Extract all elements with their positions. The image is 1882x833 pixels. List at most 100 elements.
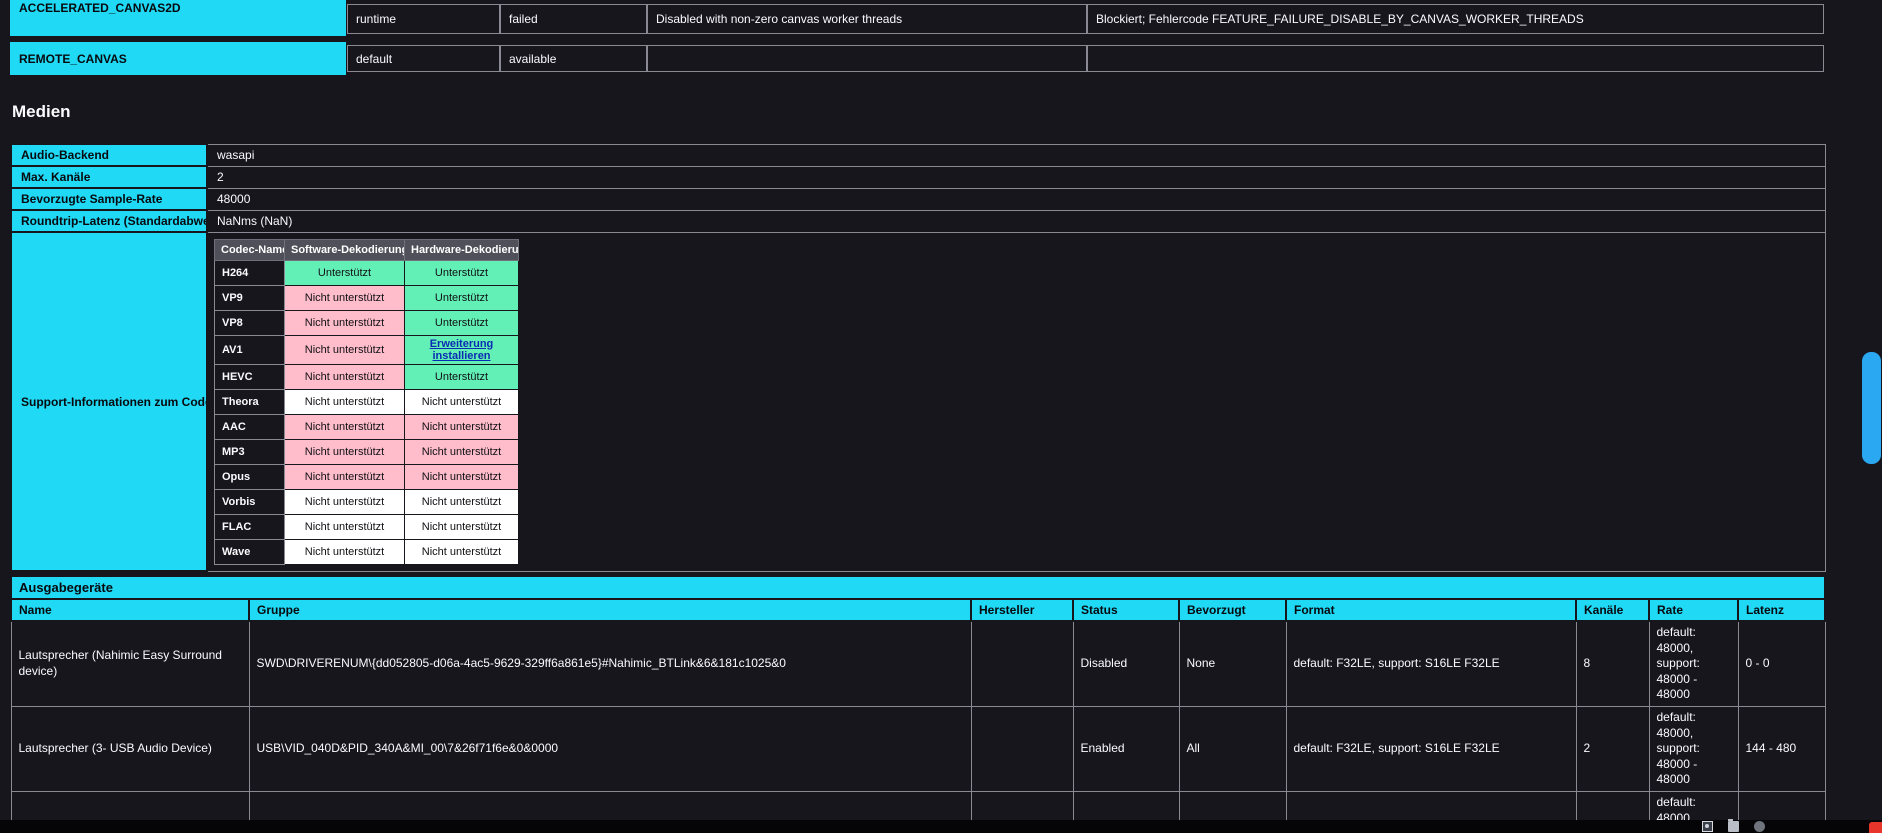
codec-row: MP3 Nicht unterstützt Nicht unterstützt (215, 439, 519, 464)
codec-row: AV1 Nicht unterstützt Erweiterung instal… (215, 335, 519, 364)
codec-software-status: Nicht unterstützt (285, 464, 405, 489)
col-header-latency: Latenz (1738, 599, 1825, 621)
device-name: Lautsprecher (3- USB Audio Device) (11, 706, 249, 791)
output-devices-table: Ausgabegeräte Name Gruppe Hersteller Sta… (10, 575, 1826, 833)
col-header-group: Gruppe (249, 599, 971, 621)
output-devices-header-row: Name Gruppe Hersteller Status Bevorzugt … (11, 599, 1825, 621)
device-row: Lautsprecher (Nahimic Easy Surround devi… (11, 621, 1825, 706)
tray-image-icon[interactable] (1702, 821, 1713, 832)
output-devices-section-label: Ausgabegeräte (11, 576, 1825, 599)
codec-software-status: Nicht unterstützt (285, 414, 405, 439)
device-vendor (971, 706, 1073, 791)
media-row-value: 2 (207, 166, 1825, 188)
tray-status-icon[interactable] (1754, 821, 1765, 832)
media-row-value: wasapi (207, 144, 1825, 166)
codec-support-table: Codec-Name Software-Dekodierung Hardware… (214, 239, 519, 565)
feature-failure-id-cell (1087, 45, 1824, 72)
codec-row: HEVC Nicht unterstützt Unterstützt (215, 364, 519, 389)
device-preferred: None (1179, 621, 1286, 706)
codec-hardware-status: Nicht unterstützt (405, 414, 519, 439)
codec-hardware-status: Nicht unterstützt (405, 539, 519, 564)
media-row-label: Bevorzugte Sample-Rate (11, 188, 207, 210)
codec-row: Vorbis Nicht unterstützt Nicht unterstüt… (215, 489, 519, 514)
media-info-table: Audio-Backend wasapi Max. Kanäle 2 Bevor… (10, 143, 1826, 572)
col-header-vendor: Hersteller (971, 599, 1073, 621)
feature-name-cell: ACCELERATED_CANVAS2D (10, 0, 346, 36)
device-channels: 2 (1576, 706, 1649, 791)
codec-software-status: Nicht unterstützt (285, 310, 405, 335)
codec-support-row: Support-Informationen zum Codec Codec-Na… (11, 232, 1825, 571)
codec-hardware-status: Unterstützt (405, 260, 519, 285)
codec-name: MP3 (215, 439, 285, 464)
codec-hardware-status: Unterstützt (405, 364, 519, 389)
device-latency: 144 - 480 (1738, 706, 1825, 791)
media-section-heading: Medien (12, 102, 71, 122)
codec-name: Vorbis (215, 489, 285, 514)
codec-row: FLAC Nicht unterstützt Nicht unterstützt (215, 514, 519, 539)
codec-software-status: Unterstützt (285, 260, 405, 285)
codec-software-status: Nicht unterstützt (285, 389, 405, 414)
codec-hardware-status: Nicht unterstützt (405, 389, 519, 414)
codec-header-name: Codec-Name (215, 239, 285, 260)
codec-row: Wave Nicht unterstützt Nicht unterstützt (215, 539, 519, 564)
codec-row: Theora Nicht unterstützt Nicht unterstüt… (215, 389, 519, 414)
media-row-value: NaNms (NaN) (207, 210, 1825, 232)
device-preferred: All (1179, 706, 1286, 791)
device-status: Enabled (1073, 706, 1179, 791)
codec-name: FLAC (215, 514, 285, 539)
media-row-label: Roundtrip-Latenz (Standardabweichung) (11, 210, 207, 232)
codec-hardware-status: Nicht unterstützt (405, 514, 519, 539)
feature-status-cell: failed (500, 4, 647, 34)
col-header-status: Status (1073, 599, 1179, 621)
tray-folder-icon[interactable] (1728, 821, 1739, 832)
col-header-rate: Rate (1649, 599, 1738, 621)
about-support-page: ACCELERATED_CANVAS2D runtime failed Disa… (0, 0, 1882, 833)
device-format: default: F32LE, support: S16LE F32LE (1286, 706, 1576, 791)
codec-name: VP9 (215, 285, 285, 310)
codec-hardware-status: Erweiterung installieren (405, 335, 519, 364)
codec-name: Opus (215, 464, 285, 489)
codec-row: VP9 Nicht unterstützt Unterstützt (215, 285, 519, 310)
install-extension-link[interactable]: Erweiterung installieren (430, 338, 494, 362)
codec-hardware-status: Nicht unterstützt (405, 489, 519, 514)
codec-software-status: Nicht unterstützt (285, 439, 405, 464)
codec-header-row: Codec-Name Software-Dekodierung Hardware… (215, 239, 519, 260)
device-vendor (971, 621, 1073, 706)
device-latency: 0 - 0 (1738, 621, 1825, 706)
codec-software-status: Nicht unterstützt (285, 489, 405, 514)
media-info-row: Bevorzugte Sample-Rate 48000 (11, 188, 1825, 210)
codec-software-status: Nicht unterstützt (285, 514, 405, 539)
device-name: Lautsprecher (Nahimic Easy Surround devi… (11, 621, 249, 706)
codec-header-software: Software-Dekodierung (285, 239, 405, 260)
codec-software-status: Nicht unterstützt (285, 285, 405, 310)
feature-type-cell: default (347, 45, 500, 72)
codec-row: Opus Nicht unterstützt Nicht unterstützt (215, 464, 519, 489)
feature-name-cell: REMOTE_CANVAS (10, 42, 346, 75)
codec-hardware-status: Unterstützt (405, 310, 519, 335)
codec-hardware-status: Nicht unterstützt (405, 439, 519, 464)
taskbar (0, 820, 1882, 833)
codec-row: H264 Unterstützt Unterstützt (215, 260, 519, 285)
device-format: default: F32LE, support: S16LE F32LE (1286, 621, 1576, 706)
feature-status-cell: available (500, 45, 647, 72)
scrollbar-thumb[interactable] (1862, 352, 1881, 464)
codec-hardware-status: Unterstützt (405, 285, 519, 310)
media-row-label: Max. Kanäle (11, 166, 207, 188)
output-devices-banner-row: Ausgabegeräte (11, 576, 1825, 599)
notification-badge-icon[interactable] (1869, 822, 1882, 833)
codec-support-row-label: Support-Informationen zum Codec (11, 232, 207, 571)
device-row: Lautsprecher (3- USB Audio Device) USB\V… (11, 706, 1825, 791)
codec-row: VP8 Nicht unterstützt Unterstützt (215, 310, 519, 335)
feature-type-cell: runtime (347, 4, 500, 34)
codec-row: AAC Nicht unterstützt Nicht unterstützt (215, 414, 519, 439)
col-header-preferred: Bevorzugt (1179, 599, 1286, 621)
device-status: Disabled (1073, 621, 1179, 706)
media-info-row: Max. Kanäle 2 (11, 166, 1825, 188)
codec-name: Wave (215, 539, 285, 564)
codec-software-status: Nicht unterstützt (285, 364, 405, 389)
codec-software-status: Nicht unterstützt (285, 335, 405, 364)
media-row-label: Audio-Backend (11, 144, 207, 166)
feature-failure-id-cell: Blockiert; Fehlercode FEATURE_FAILURE_DI… (1087, 4, 1824, 34)
codec-header-hardware: Hardware-Dekodierung (405, 239, 519, 260)
codec-name: Theora (215, 389, 285, 414)
